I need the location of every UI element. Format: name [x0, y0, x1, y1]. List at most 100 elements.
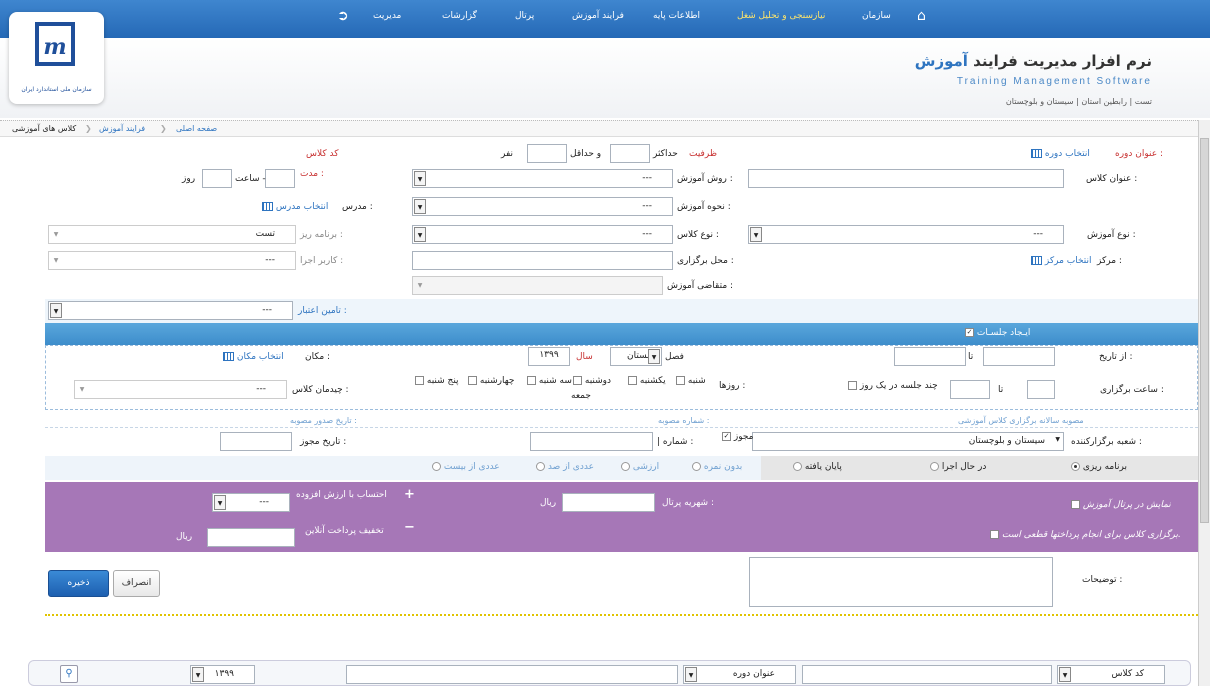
mandatory-checkbox[interactable]: برگزاری کلاس برای انجام پرداختها قطعی اس… [990, 530, 1181, 540]
edu-type-label: نوع آموزش : [1087, 230, 1136, 240]
teacher-label: مدرس : [342, 202, 373, 212]
class-type-select[interactable]: ▼ --- [412, 225, 673, 244]
nav-item-management[interactable]: مدیریت [373, 11, 401, 21]
delivery-type-select[interactable]: ▼ --- [412, 197, 673, 216]
day-checkbox-tue[interactable]: سه شنبه [527, 376, 572, 386]
logout-icon[interactable]: ➲ [337, 8, 349, 24]
class-code-filter-select[interactable]: ▼ کد کلاس [1057, 665, 1165, 684]
time-to-input[interactable] [950, 380, 990, 399]
checkbox-icon: ✓ [965, 328, 974, 337]
nav-item-needs-analysis[interactable]: نیازسنجی و تحلیل شغل [737, 11, 825, 21]
search-icon[interactable]: ⚲ [60, 665, 78, 683]
day-checkbox-sun[interactable]: یکشنبه [628, 376, 666, 386]
title-accent: آموزش [914, 52, 968, 70]
capacity-max-input[interactable] [610, 144, 650, 163]
select-teacher-link[interactable]: انتخاب مدرس [262, 202, 328, 212]
status-radio-finished[interactable]: پایان یافته [793, 462, 842, 472]
course-title-filter-select[interactable]: ▼ عنوان دوره [683, 665, 796, 684]
year-filter-select[interactable]: ▼ ۱۳۹۹ [190, 665, 255, 684]
day-checkbox-sat[interactable]: شنبه [676, 376, 706, 386]
cancel-button[interactable]: انصراف [113, 570, 160, 597]
permit-number-label: | شماره : [657, 437, 694, 447]
duration-days-input[interactable] [202, 169, 232, 188]
score-radio-value[interactable]: ارزشی [621, 462, 659, 472]
class-title-input[interactable] [748, 169, 1064, 188]
multi-session-checkbox[interactable]: چند جلسه در یک روز [848, 381, 938, 391]
branch-label: شعبه برگزارکننده : [1071, 437, 1142, 447]
score-radio-hundred[interactable]: عددی از صد [536, 462, 594, 472]
layout-select[interactable]: ▼ --- [74, 380, 287, 399]
checkbox-icon: ✓ [722, 432, 731, 441]
portal-fee-label: شهریه پرتال : [662, 498, 715, 508]
requester-select[interactable]: ▼ [412, 276, 663, 295]
checkbox-icon [676, 376, 685, 385]
scrollbar-thumb[interactable] [1200, 138, 1209, 523]
status-radio-planning[interactable]: برنامه ریزی [1071, 462, 1127, 472]
day-checkbox-thu[interactable]: پنج شنبه [415, 376, 459, 386]
executor-select[interactable]: ▼ --- [48, 251, 296, 270]
approval-divider [45, 427, 1198, 428]
score-radio-twenty[interactable]: عددی از بیست [432, 462, 500, 472]
plus-icon[interactable]: + [404, 487, 415, 502]
create-sessions-checkbox[interactable]: ✓ ایـجاد جلسـات [965, 328, 1030, 338]
nav-item-base-info[interactable]: اطلاعات پایه [653, 11, 700, 21]
planner-select[interactable]: ▼ تست [48, 225, 296, 244]
from-date-input[interactable] [983, 347, 1055, 366]
course-title-filter-input[interactable] [346, 665, 678, 684]
online-discount-input[interactable] [207, 528, 295, 547]
checkbox-icon [527, 376, 536, 385]
time-label: ساعت برگزاری : [1100, 385, 1164, 395]
max-label: حداکثر [653, 149, 678, 159]
year-input[interactable]: ۱۳۹۹ [528, 347, 570, 366]
breadcrumb-current: کلاس های آموزشی [12, 124, 77, 133]
season-select[interactable]: ▼ تابستان [610, 347, 662, 366]
breadcrumb-parent[interactable]: فرایند آموزش [99, 124, 145, 133]
capacity-min-input[interactable] [527, 144, 567, 163]
class-code-filter-input[interactable] [802, 665, 1052, 684]
venue-input[interactable] [412, 251, 673, 270]
method-select[interactable]: ▼ --- [412, 169, 673, 188]
edu-type-select[interactable]: ▼ --- [748, 225, 1064, 244]
checkbox-icon [628, 376, 637, 385]
select-center-link[interactable]: انتخاب مرکز [1031, 256, 1092, 266]
nav-item-reports[interactable]: گزارشات [442, 11, 477, 21]
select-course-link[interactable]: انتخاب دوره [1031, 149, 1090, 159]
portal-fee-input[interactable] [562, 493, 655, 512]
permit-number-input[interactable] [530, 432, 653, 451]
center-label: مرکز : [1097, 256, 1122, 266]
save-button[interactable]: ذخیره [48, 570, 109, 597]
permit-date-input[interactable] [220, 432, 292, 451]
vertical-scrollbar[interactable] [1198, 120, 1210, 686]
status-radio-running[interactable]: در حال اجرا [930, 462, 986, 472]
nav-item-organization[interactable]: سازمان [862, 11, 891, 21]
description-textarea[interactable] [749, 557, 1053, 607]
delivery-type-label: نحوه آموزش : [677, 202, 731, 212]
score-radio-none[interactable]: بدون نمره [692, 462, 742, 472]
nav-item-portal[interactable]: پرتال [515, 11, 534, 21]
select-place-link[interactable]: انتخاب مکان [223, 352, 284, 362]
section-divider [45, 614, 1198, 616]
day-checkbox-fri[interactable]: جمعه [571, 391, 591, 401]
season-label: فصل [665, 352, 684, 362]
minus-icon[interactable]: − [404, 520, 415, 535]
nav-item-training-process[interactable]: فرایند آموزش [572, 11, 624, 21]
show-portal-checkbox[interactable]: نمایش در پرتال آموزش [1071, 500, 1171, 510]
day-checkbox-mon[interactable]: دوشنبه [573, 376, 611, 386]
grid-icon [1031, 149, 1042, 158]
duration-hours-input[interactable] [265, 169, 295, 188]
score-label: بدون نمره [703, 462, 743, 472]
home-icon[interactable]: ⌂ [917, 8, 926, 24]
year-filter-value: ۱۳۹۹ [214, 669, 234, 679]
approval-number-label: شماره مصوبه : [658, 416, 710, 425]
day-checkbox-wed[interactable]: چهارشنبه [468, 376, 514, 386]
logo-icon: m [35, 22, 75, 66]
funding-select[interactable]: ▼ --- [48, 301, 293, 320]
breadcrumb-home[interactable]: صفحه اصلی [176, 124, 217, 133]
branch-select[interactable]: ▼ سیستان و بلوچستان [752, 432, 1064, 451]
time-from-input[interactable] [1027, 380, 1055, 399]
score-label: عددی از صد [547, 462, 594, 472]
to-date-input[interactable] [894, 347, 966, 366]
dropdown-arrow-icon: ▼ [50, 303, 62, 318]
vat-select[interactable]: ▼ --- [212, 493, 290, 512]
permit-checkbox[interactable]: ✓ مجوز [722, 432, 754, 442]
